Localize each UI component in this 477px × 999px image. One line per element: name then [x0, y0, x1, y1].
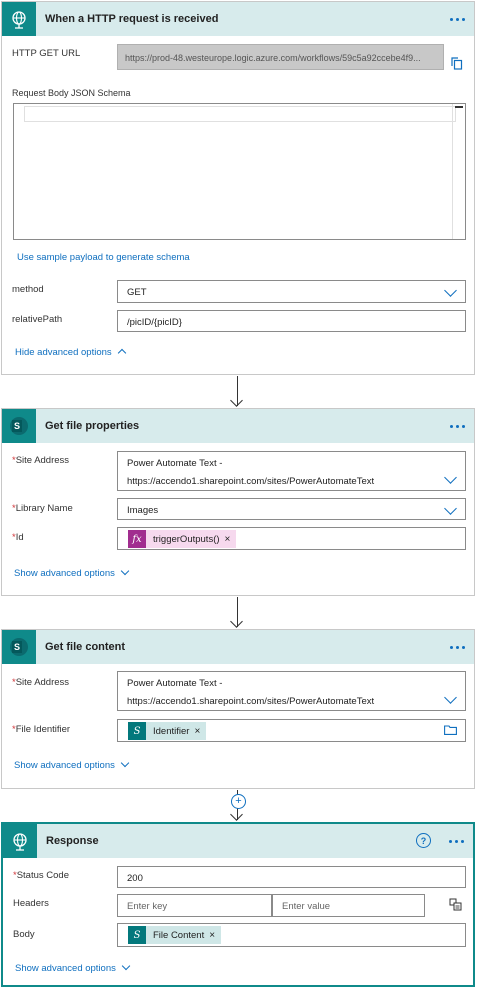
- status-code-value: 200: [127, 873, 143, 884]
- card-title: When a HTTP request is received: [45, 13, 219, 25]
- copy-icon[interactable]: [451, 57, 463, 70]
- more-options-icon[interactable]: [450, 11, 465, 27]
- add-step-icon[interactable]: +: [231, 794, 246, 809]
- card-title: Response: [46, 835, 99, 847]
- method-value: GET: [127, 287, 147, 298]
- site-address-line1: Power Automate Text -: [127, 458, 223, 469]
- http-trigger-header[interactable]: When a HTTP request is received: [2, 2, 474, 36]
- show-advanced-options-link[interactable]: Show advanced options: [14, 566, 130, 579]
- remove-token-icon[interactable]: ×: [209, 930, 221, 941]
- get-url-label: HTTP GET URL: [12, 48, 81, 59]
- chevron-down-icon: [120, 566, 130, 576]
- hide-advanced-options-link[interactable]: Hide advanced options: [15, 347, 126, 358]
- id-input[interactable]: fx triggerOutputs() ×: [117, 527, 466, 550]
- site-address-line2: https://accendo1.sharepoint.com/sites/Po…: [127, 696, 375, 707]
- chevron-down-icon: [444, 691, 457, 704]
- token-label: Identifier: [153, 725, 190, 737]
- site-address-line1: Power Automate Text -: [127, 678, 223, 689]
- id-label: *Id: [12, 532, 24, 543]
- show-advanced-options-link[interactable]: Show advanced options: [14, 758, 130, 771]
- method-label: method: [12, 284, 44, 295]
- relative-path-label: relativePath: [12, 314, 63, 325]
- site-address-label: *Site Address: [12, 677, 70, 688]
- library-name-value: Images: [127, 505, 159, 516]
- sharepoint-icon: S: [2, 630, 36, 664]
- status-code-input[interactable]: 200: [117, 866, 466, 888]
- get-url-value: https://prod-48.westeurope.logic.azure.c…: [125, 53, 421, 63]
- more-options-icon[interactable]: [449, 833, 464, 849]
- response-header[interactable]: Response ?: [3, 824, 473, 858]
- arrow-down-icon: [230, 615, 243, 628]
- dynamic-content-token[interactable]: S File Content ×: [128, 926, 222, 944]
- sharepoint-icon: S: [128, 722, 146, 740]
- sharepoint-icon: S: [2, 409, 36, 443]
- headers-label: Headers: [13, 898, 49, 909]
- file-identifier-input[interactable]: S Identifier ×: [117, 719, 466, 742]
- body-input[interactable]: S File Content ×: [117, 923, 466, 947]
- header-key-input[interactable]: Enter key: [117, 894, 272, 917]
- get-url-field[interactable]: https://prod-48.westeurope.logic.azure.c…: [117, 44, 444, 70]
- relative-path-value: /picID/{picID}: [127, 317, 182, 328]
- expression-token[interactable]: fx triggerOutputs() ×: [128, 530, 237, 548]
- remove-token-icon[interactable]: ×: [194, 726, 206, 737]
- switch-mode-icon[interactable]: [449, 898, 462, 911]
- header-value-input[interactable]: Enter value: [272, 894, 425, 917]
- dynamic-content-token[interactable]: S Identifier ×: [128, 722, 207, 740]
- globe-icon: [3, 824, 37, 858]
- chevron-up-icon: [117, 348, 126, 358]
- card-title: Get file properties: [45, 420, 140, 432]
- token-label: triggerOutputs(): [153, 533, 220, 545]
- site-address-dropdown[interactable]: Power Automate Text - https://accendo1.s…: [117, 451, 466, 491]
- arrow-down-icon: [230, 394, 243, 407]
- card-title: Get file content: [45, 641, 126, 653]
- body-label: Body: [13, 929, 35, 940]
- chevron-down-icon: [444, 471, 457, 484]
- schema-editor-scrollbar[interactable]: [452, 104, 465, 239]
- method-dropdown[interactable]: GET: [117, 280, 466, 303]
- file-identifier-label: *File Identifier: [12, 724, 71, 735]
- header-key-placeholder: Enter key: [127, 901, 168, 912]
- chevron-down-icon: [120, 758, 130, 768]
- advanced-link-label: Hide advanced options: [15, 347, 112, 358]
- get-file-content-header[interactable]: S Get file content: [2, 630, 474, 664]
- schema-editor[interactable]: [13, 103, 466, 240]
- arrow-down-icon: [230, 808, 243, 821]
- function-icon: fx: [128, 530, 146, 548]
- get-file-properties-card: S Get file properties *Site Address Powe…: [1, 408, 475, 596]
- site-address-label: *Site Address: [12, 455, 70, 466]
- sharepoint-icon: S: [128, 926, 146, 944]
- show-advanced-options-link[interactable]: Show advanced options: [15, 961, 131, 974]
- help-icon[interactable]: ?: [416, 833, 431, 848]
- schema-editor-line: [24, 106, 456, 122]
- get-file-properties-header[interactable]: S Get file properties: [2, 409, 474, 443]
- remove-token-icon[interactable]: ×: [225, 534, 237, 545]
- chevron-down-icon: [444, 502, 457, 515]
- schema-label: Request Body JSON Schema: [12, 88, 131, 98]
- library-name-label: *Library Name: [12, 503, 73, 514]
- chevron-down-icon: [121, 961, 131, 971]
- status-code-label: *Status Code: [13, 870, 69, 881]
- site-address-line2: https://accendo1.sharepoint.com/sites/Po…: [127, 476, 375, 487]
- more-options-icon[interactable]: [450, 418, 465, 434]
- chevron-down-icon: [444, 284, 457, 297]
- header-value-placeholder: Enter value: [282, 901, 331, 912]
- library-name-dropdown[interactable]: Images: [117, 498, 466, 520]
- response-card: Response ? *Status Code 200 Headers Ente…: [1, 822, 475, 987]
- site-address-dropdown[interactable]: Power Automate Text - https://accendo1.s…: [117, 671, 466, 711]
- relative-path-input[interactable]: /picID/{picID}: [117, 310, 466, 332]
- get-file-content-card: S Get file content *Site Address Power A…: [1, 629, 475, 789]
- sample-payload-link[interactable]: Use sample payload to generate schema: [17, 252, 190, 263]
- folder-icon[interactable]: [444, 725, 457, 735]
- http-trigger-card: When a HTTP request is received HTTP GET…: [1, 1, 475, 375]
- globe-icon: [2, 2, 36, 36]
- token-label: File Content: [153, 929, 205, 941]
- more-options-icon[interactable]: [450, 639, 465, 655]
